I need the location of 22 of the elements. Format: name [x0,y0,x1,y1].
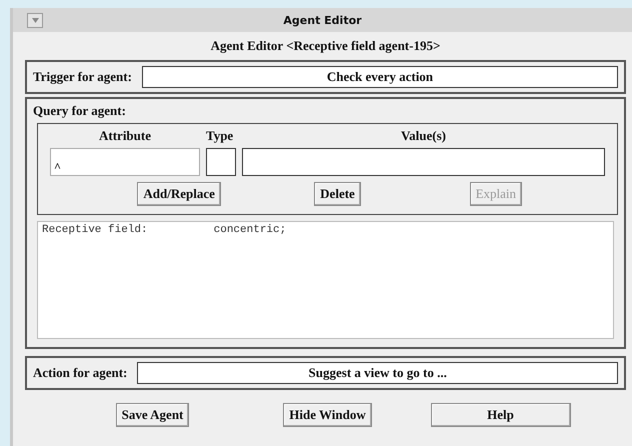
query-button[interactable]: Delete [314,182,361,206]
query-text-area[interactable]: Receptive field: concentric; [37,221,614,339]
dialog-button[interactable]: Help [430,403,570,427]
column-header: Value(s) [400,128,448,144]
column-header: Attribute [98,128,152,144]
query-entry: Receptive field: concentric; [42,224,288,236]
down-arrow-icon [32,18,38,22]
attribute-field[interactable]: ^ [50,148,200,176]
trigger-label: Trigger for agent: [33,69,132,85]
dialog-button[interactable]: Hide Window [283,403,372,427]
query-label: Query for agent: [33,103,127,119]
values-field[interactable] [242,148,605,176]
action-field[interactable]: Suggest a view to go to ... [137,362,618,384]
editor-heading: Agent Editor <Receptive field agent-195> [210,37,442,55]
dialog-button[interactable]: Save Agent [116,403,190,427]
window-title: Agent Editor [283,14,362,26]
window-menu-button[interactable] [27,12,43,28]
trigger-field[interactable]: Check every action [142,66,618,88]
action-label: Action for agent: [33,365,128,381]
type-field[interactable] [206,148,236,176]
column-header: Type [206,128,234,144]
query-button[interactable]: Add/Replace [137,182,221,206]
